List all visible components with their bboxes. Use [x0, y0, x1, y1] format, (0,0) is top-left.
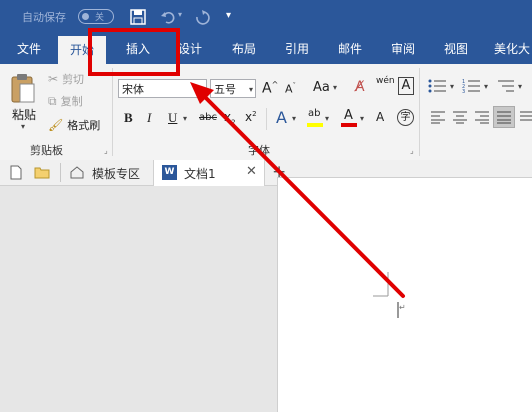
phonetic-guide-icon[interactable]: wén: [376, 76, 395, 86]
tab-references[interactable]: 引用: [273, 34, 321, 64]
tab-home[interactable]: 开始: [58, 36, 106, 64]
scissors-icon: ✂: [48, 72, 59, 86]
superscript-icon[interactable]: x2: [245, 110, 257, 124]
bullets-icon[interactable]: [428, 78, 448, 94]
autosave-state: 关: [95, 13, 105, 23]
highlight-dropdown-icon[interactable]: ▾: [325, 114, 329, 123]
title-bar: 自动保存 关 ▾ ▾: [0, 0, 532, 34]
group-separator: [419, 68, 420, 156]
tab-document-label: 文档1: [184, 167, 216, 181]
font-size-value: 五号: [214, 83, 236, 96]
text-cursor-corner: ↵: [373, 272, 406, 318]
svg-text:↵: ↵: [399, 303, 406, 312]
cut-button[interactable]: ✂ 剪切: [48, 71, 84, 87]
cut-label: 剪切: [62, 73, 85, 86]
tab-mailings[interactable]: 邮件: [326, 34, 374, 64]
numbering-icon[interactable]: 1 2 3: [462, 78, 482, 94]
chevron-down-icon: ▾: [248, 85, 253, 94]
divider: [266, 108, 267, 130]
change-case-icon[interactable]: Aa: [313, 80, 330, 95]
close-icon[interactable]: ✕: [246, 164, 257, 179]
underline-icon[interactable]: U: [168, 110, 177, 126]
highlight-swatch: [307, 123, 323, 127]
font-size-select[interactable]: 五号 ▾: [210, 79, 256, 98]
divider: [60, 163, 61, 182]
font-group-label: 字体: [248, 144, 270, 157]
marker-glyph-icon: ab: [308, 108, 321, 119]
toggle-knob: [82, 13, 89, 20]
text-effects-dropdown-icon[interactable]: ▾: [292, 114, 296, 123]
tab-template-zone-label: 模板专区: [92, 167, 141, 181]
tab-design[interactable]: 设计: [166, 34, 214, 64]
clipboard-launcher-icon[interactable]: ⌟: [104, 146, 108, 155]
grow-font-icon[interactable]: A^: [262, 80, 278, 97]
document-page[interactable]: ↵: [277, 177, 532, 412]
tab-view[interactable]: 视图: [432, 34, 480, 64]
copy-icon: ⧉: [48, 93, 57, 108]
subscript-icon[interactable]: x2: [224, 110, 236, 126]
tab-file[interactable]: 文件: [6, 34, 52, 64]
strikethrough-icon[interactable]: abc: [199, 112, 217, 123]
underline-dropdown-icon[interactable]: ▾: [183, 114, 187, 123]
bold-icon[interactable]: B: [124, 110, 133, 126]
save-icon[interactable]: [130, 9, 146, 25]
tab-template-zone[interactable]: 模板专区: [62, 160, 152, 185]
home-icon: [70, 166, 84, 179]
clear-formatting-icon[interactable]: A̸: [355, 79, 365, 95]
open-folder-icon[interactable]: [34, 166, 50, 179]
align-left-icon[interactable]: [430, 110, 446, 124]
undo-icon[interactable]: [160, 9, 176, 25]
tab-review[interactable]: 审阅: [379, 34, 427, 64]
numbering-dropdown-icon[interactable]: ▾: [484, 82, 488, 91]
highlight-icon[interactable]: ab: [307, 108, 323, 128]
paste-icon[interactable]: [10, 72, 36, 104]
bullets-dropdown-icon[interactable]: ▾: [450, 82, 454, 91]
change-case-dropdown-icon[interactable]: ▾: [333, 83, 337, 92]
new-document-icon[interactable]: [10, 165, 22, 180]
copy-label: 复制: [60, 95, 83, 108]
font-color-dropdown-icon[interactable]: ▾: [360, 114, 364, 123]
font-color-icon[interactable]: A: [341, 108, 357, 128]
customize-toolbar-icon[interactable]: ▾: [226, 10, 231, 21]
align-right-icon[interactable]: [474, 110, 490, 124]
paste-button[interactable]: 粘贴: [12, 106, 36, 123]
autosave-toggle[interactable]: 关: [78, 9, 114, 24]
clipboard-group-label: 剪贴板: [30, 144, 63, 157]
char-border-icon[interactable]: A: [398, 77, 414, 95]
shrink-font-icon[interactable]: Aˇ: [285, 82, 296, 96]
enclose-char-icon[interactable]: 字: [397, 109, 414, 126]
multilevel-dropdown-icon[interactable]: ▾: [518, 82, 522, 91]
justify-icon: [497, 111, 511, 124]
redo-icon[interactable]: [194, 9, 210, 25]
tab-layout[interactable]: 布局: [220, 34, 268, 64]
multilevel-list-icon[interactable]: [496, 78, 516, 94]
ribbon-tab-bar: 文件 开始 插入 设计 布局 引用 邮件 审阅 视图 美化大: [0, 34, 532, 64]
format-painter-label: 格式刷: [67, 119, 101, 132]
copy-button[interactable]: ⧉ 复制: [48, 93, 83, 109]
chevron-down-icon: ▾: [199, 85, 204, 94]
brush-icon: 🖌: [48, 118, 64, 132]
paste-dropdown-icon[interactable]: ▾: [21, 122, 25, 131]
svg-text:3: 3: [462, 89, 465, 94]
font-name-select[interactable]: 宋体 ▾: [118, 79, 207, 98]
font-launcher-icon[interactable]: ⌟: [410, 146, 414, 155]
autosave-label: 自动保存: [22, 11, 66, 24]
font-color-swatch: [341, 123, 357, 127]
text-effects-icon[interactable]: A: [276, 108, 287, 127]
char-shading-icon[interactable]: A: [376, 110, 384, 124]
group-separator: [112, 68, 113, 156]
font-name-value: 宋体: [122, 83, 144, 96]
distributed-icon[interactable]: [519, 110, 532, 124]
word-icon: W: [162, 165, 177, 180]
format-painter-button[interactable]: 🖌 格式刷: [48, 116, 100, 134]
tab-insert[interactable]: 插入: [114, 34, 162, 64]
undo-dropdown-icon[interactable]: ▾: [178, 10, 182, 19]
italic-icon[interactable]: I: [147, 110, 151, 126]
tab-beautify[interactable]: 美化大: [486, 34, 532, 64]
align-center-icon[interactable]: [452, 110, 468, 124]
justify-button[interactable]: [493, 106, 515, 128]
ribbon-home: 粘贴 ▾ ✂ 剪切 ⧉ 复制 🖌 格式刷 剪贴板 ⌟ 宋体 ▾ 五号 ▾ A^ Aˇ…: [0, 64, 532, 161]
tab-document[interactable]: W 文档1 ✕: [153, 160, 265, 186]
font-color-glyph-icon: A: [344, 108, 353, 123]
